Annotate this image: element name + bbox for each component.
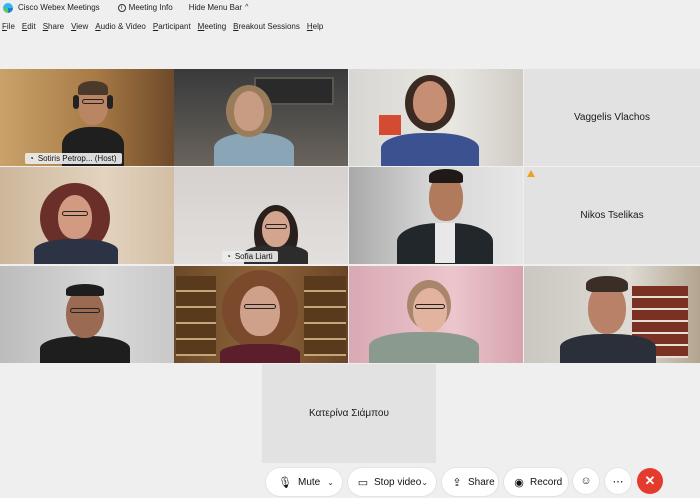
video-tile-5[interactable] [0, 167, 174, 264]
microphone-icon: 🎙 [278, 476, 292, 489]
record-button[interactable]: ◉ Record [504, 468, 568, 496]
title-bar: Cisco Webex Meetings i Meeting Info Hide… [0, 0, 700, 15]
video-tile-11[interactable] [349, 266, 523, 363]
mute-label: Mute [298, 476, 321, 488]
menu-bar: File Edit Share View Audio & Video Parti… [0, 18, 328, 34]
participant-name: Sofia Liarti [234, 252, 273, 261]
leave-meeting-button[interactable]: ✕ [637, 468, 663, 494]
video-tile-9[interactable] [0, 266, 174, 363]
menu-meeting[interactable]: Meeting [198, 22, 226, 31]
record-label: Record [530, 476, 563, 488]
video-tile-sotiris[interactable]: ◔ Sotiris Petrop... (Host) [0, 69, 174, 166]
meeting-info-label: Meeting Info [128, 3, 173, 12]
share-button[interactable]: ⇪ Share [442, 468, 498, 496]
reactions-button[interactable]: ☺ [573, 468, 599, 494]
menu-breakout-sessions[interactable]: Breakout Sessions [233, 22, 300, 31]
more-options-button[interactable]: ⋯ [605, 468, 631, 494]
info-icon: i [117, 3, 126, 12]
video-tile-10[interactable] [174, 266, 348, 363]
menu-view[interactable]: View [71, 22, 88, 31]
audio-icon: ◔ [226, 252, 231, 261]
video-tile-2[interactable] [174, 69, 348, 166]
share-icon: ⇪ [452, 476, 462, 489]
participant-label: ◔ Sofia Liarti [222, 251, 278, 262]
meeting-controls: 🎙 Mute ⌄ ▭ Stop video ⌄ ⇪ Share ◉ Record… [0, 468, 700, 496]
chevron-down-icon[interactable]: ⌄ [421, 478, 428, 487]
record-icon: ◉ [514, 476, 524, 489]
meeting-info-button[interactable]: i Meeting Info [117, 3, 173, 12]
participant-name: Nikos Tselikas [580, 210, 644, 221]
share-label: Share [468, 476, 495, 488]
webex-logo-icon [3, 2, 13, 13]
video-tile-12[interactable] [524, 266, 700, 363]
video-tile-sofia[interactable]: ◔ Sofia Liarti [174, 167, 348, 264]
more-icon: ⋯ [612, 475, 624, 488]
video-tile-katerina[interactable]: Κατερίνα Σιάμπου [262, 364, 436, 463]
menu-share[interactable]: Share [43, 22, 64, 31]
participant-label: ◔ Sotiris Petrop... (Host) [25, 153, 122, 164]
smiley-icon: ☺ [580, 475, 592, 487]
video-tile-3[interactable] [349, 69, 523, 166]
stop-video-label: Stop video [374, 476, 422, 488]
participant-name: Vaggelis Vlachos [574, 112, 650, 123]
chevron-up-icon: ^ [245, 4, 249, 11]
video-camera-icon: ▭ [357, 476, 369, 489]
mute-button[interactable]: 🎙 Mute ⌄ [266, 468, 342, 496]
video-tile-nikos[interactable]: Nikos Tselikas [524, 167, 700, 264]
stop-video-button[interactable]: ▭ Stop video ⌄ [348, 468, 436, 496]
close-icon: ✕ [644, 473, 656, 488]
participant-name: Κατερίνα Σιάμπου [309, 408, 389, 419]
menu-edit[interactable]: Edit [22, 22, 36, 31]
video-tile-vaggelis[interactable]: Vaggelis Vlachos [524, 69, 700, 166]
menu-help[interactable]: Help [307, 22, 323, 31]
app-title: Cisco Webex Meetings [18, 3, 100, 12]
menu-participant[interactable]: Participant [153, 22, 191, 31]
participant-name: Sotiris Petrop... (Host) [37, 154, 117, 163]
audio-icon: ◔ [29, 154, 34, 163]
menu-file[interactable]: File [2, 22, 15, 31]
hide-menu-bar-label: Hide Menu Bar [188, 3, 243, 12]
video-tile-7[interactable] [349, 167, 523, 264]
chevron-down-icon[interactable]: ⌄ [327, 478, 334, 487]
warning-icon [527, 170, 535, 177]
hide-menu-bar-button[interactable]: Hide Menu Bar ^ [189, 3, 249, 12]
menu-audio-video[interactable]: Audio & Video [95, 22, 146, 31]
